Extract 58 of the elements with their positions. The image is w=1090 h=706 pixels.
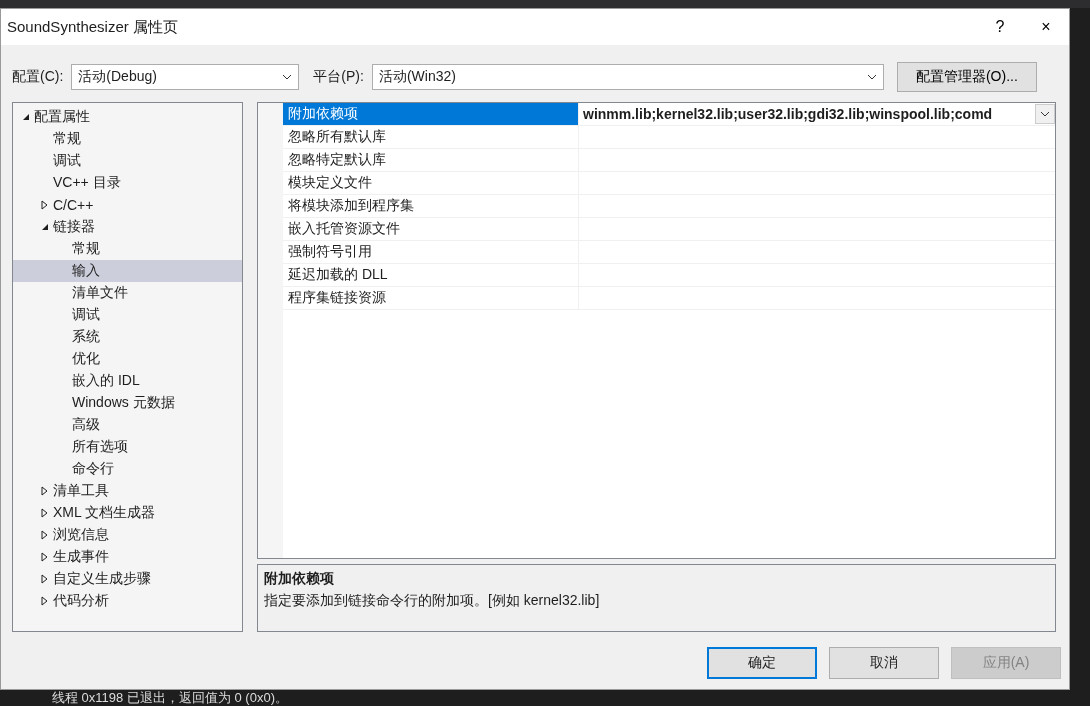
tree-item[interactable]: 输入 <box>13 260 242 282</box>
tree-item[interactable]: 浏览信息 <box>13 524 242 546</box>
window-title: SoundSynthesizer 属性页 <box>7 17 179 37</box>
tree-item[interactable]: 清单工具 <box>13 480 242 502</box>
dialog-button[interactable]: 确定 <box>707 647 817 679</box>
tree-item[interactable]: XML 文档生成器 <box>13 502 242 524</box>
tree-item[interactable]: Windows 元数据 <box>13 392 242 414</box>
platform-dropdown[interactable]: 活动(Win32) <box>371 64 884 90</box>
property-name[interactable]: 忽略特定默认库 <box>283 149 579 171</box>
config-dropdown[interactable]: 活动(Debug) <box>71 64 300 90</box>
chevron-down-icon <box>1040 111 1050 117</box>
property-name[interactable]: 附加依赖项 <box>283 103 579 125</box>
collapsed-arrow-icon[interactable] <box>41 596 48 606</box>
config-label: 配置(C): <box>12 68 64 86</box>
tree-item[interactable]: 链接器 <box>13 216 242 238</box>
tree-item[interactable]: 配置属性 <box>13 106 242 128</box>
expanded-arrow-icon[interactable] <box>40 223 49 231</box>
platform-label: 平台(P): <box>313 68 364 86</box>
collapsed-arrow-icon[interactable] <box>41 200 48 210</box>
chevron-down-icon <box>866 74 877 80</box>
collapsed-arrow-icon[interactable] <box>41 574 48 584</box>
property-name[interactable]: 将模块添加到程序集 <box>283 195 579 217</box>
tree-item[interactable]: 嵌入的 IDL <box>13 370 242 392</box>
tree-item[interactable]: 常规 <box>13 238 242 260</box>
tree-item[interactable]: 系统 <box>13 326 242 348</box>
expanded-arrow-icon[interactable] <box>21 113 30 121</box>
collapsed-arrow-icon[interactable] <box>41 486 48 496</box>
description-text: 指定要添加到链接命令行的附加项。[例如 kernel32.lib] <box>264 592 601 610</box>
tree-item[interactable]: C/C++ <box>13 194 242 216</box>
tree-item[interactable]: 命令行 <box>13 458 242 480</box>
collapsed-arrow-icon[interactable] <box>41 508 48 518</box>
collapsed-arrow-icon[interactable] <box>41 530 48 540</box>
property-name[interactable]: 模块定义文件 <box>283 172 579 194</box>
property-name[interactable]: 嵌入托管资源文件 <box>283 218 579 240</box>
tree-item[interactable]: 生成事件 <box>13 546 242 568</box>
tree-item[interactable]: 调试 <box>13 304 242 326</box>
collapsed-arrow-icon[interactable] <box>41 552 48 562</box>
property-name[interactable]: 延迟加载的 DLL <box>283 264 579 286</box>
property-name[interactable]: 忽略所有默认库 <box>283 126 579 148</box>
property-value: winmm.lib;kernel32.lib;user32.lib;gdi32.lib;winspool.lib;comd <box>583 106 993 122</box>
property-name[interactable]: 强制符号引用 <box>283 241 579 263</box>
tree-item[interactable]: VC++ 目录 <box>13 172 242 194</box>
tree-item[interactable]: 调试 <box>13 150 242 172</box>
tree-item[interactable]: 常规 <box>13 128 242 150</box>
output-text: 线程 0x1198 已退出，返回值为 0 (0x0)。 <box>52 690 288 705</box>
tree-item[interactable]: 自定义生成步骤 <box>13 568 242 590</box>
tree-item[interactable]: 所有选项 <box>13 436 242 458</box>
tree-item[interactable]: 代码分析 <box>13 590 242 612</box>
description-title: 附加依赖项 <box>264 570 335 588</box>
tree-item[interactable]: 优化 <box>13 348 242 370</box>
tree-item[interactable]: 高级 <box>13 414 242 436</box>
property-name[interactable]: 程序集链接资源 <box>283 287 579 309</box>
dialog-button[interactable]: 取消 <box>829 647 939 679</box>
chevron-down-icon <box>282 74 293 80</box>
tree-item[interactable]: 清单文件 <box>13 282 242 304</box>
configuration-manager-button[interactable]: 配置管理器(O)... <box>896 62 1037 92</box>
close-button[interactable]: × <box>1023 9 1069 45</box>
help-button[interactable]: ? <box>977 9 1023 45</box>
